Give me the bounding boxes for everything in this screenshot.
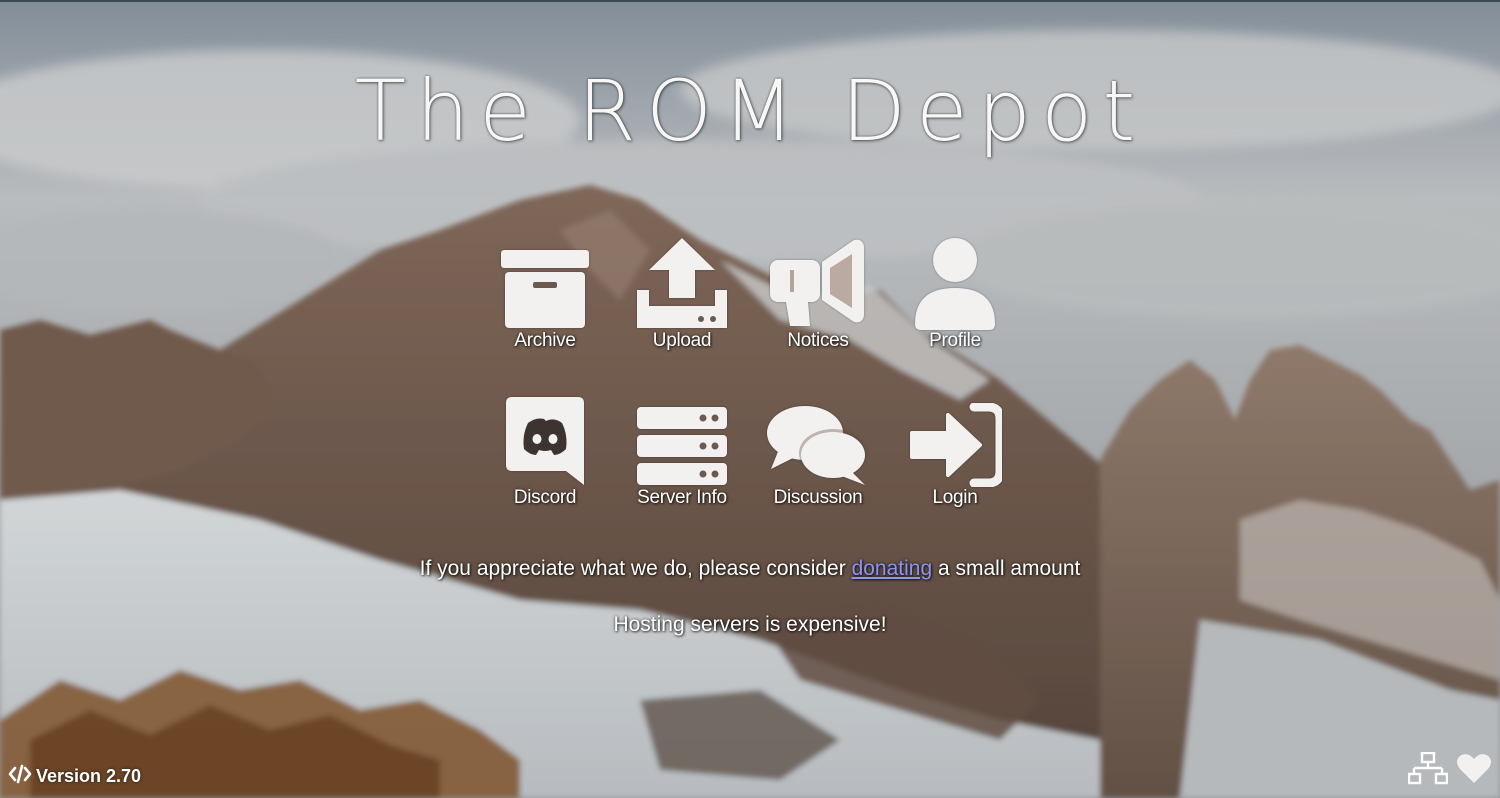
nav-server-info[interactable]: Server Info xyxy=(614,387,750,527)
code-icon xyxy=(8,764,32,789)
version-info: Version 2.70 xyxy=(8,764,141,789)
archive-box-icon xyxy=(477,230,613,330)
version-label: Version 2.70 xyxy=(36,766,142,786)
megaphone-icon xyxy=(750,230,886,330)
nav-notices-label: Notices xyxy=(787,330,849,351)
nav-notices[interactable]: Notices xyxy=(750,230,886,370)
nav-upload[interactable]: Upload xyxy=(614,230,750,370)
donate-link[interactable]: donating xyxy=(852,557,933,580)
network-icon[interactable] xyxy=(1407,751,1449,790)
sign-in-icon xyxy=(887,387,1023,487)
top-border xyxy=(0,0,1500,2)
comments-icon xyxy=(750,387,886,487)
upload-icon xyxy=(614,230,750,330)
donate-text-after: a small amount xyxy=(932,557,1081,580)
nav-discussion[interactable]: Discussion xyxy=(750,387,886,527)
footer-icons xyxy=(1407,751,1492,790)
user-icon xyxy=(887,230,1023,330)
hosting-note: Hosting servers is expensive! xyxy=(613,613,887,636)
nav-discord-label: Discord xyxy=(513,487,577,508)
nav-archive-label: Archive xyxy=(514,330,576,351)
donate-text-before: If you appreciate what we do, please con… xyxy=(419,557,852,580)
nav-login-label: Login xyxy=(932,487,978,508)
heart-icon[interactable] xyxy=(1456,753,1492,789)
donate-message: If you appreciate what we do, please con… xyxy=(0,557,1500,581)
nav-upload-label: Upload xyxy=(652,330,712,351)
server-icon xyxy=(614,387,750,487)
nav-archive[interactable]: Archive xyxy=(477,230,613,370)
nav-discussion-label: Discussion xyxy=(773,487,863,508)
discord-icon xyxy=(477,387,613,487)
nav-server-info-label: Server Info xyxy=(637,487,727,508)
site-title: The ROM Depot xyxy=(354,62,1146,160)
nav-discord[interactable]: Discord xyxy=(477,387,613,527)
nav-login[interactable]: Login xyxy=(887,387,1023,527)
nav-profile[interactable]: Profile xyxy=(887,230,1023,370)
nav-profile-label: Profile xyxy=(929,330,981,351)
